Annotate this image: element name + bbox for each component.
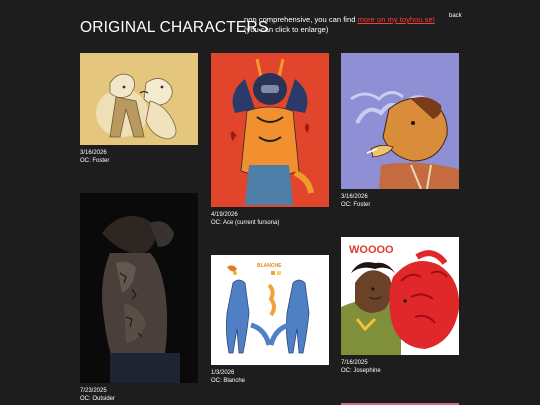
artwork-date: 3/16/2026 bbox=[341, 194, 368, 200]
artwork-oc: OC: Foster bbox=[341, 201, 371, 208]
gallery-page: ORIGINAL CHARACTERS non comprehensive, y… bbox=[0, 0, 540, 405]
artwork-thumbnail[interactable]: BLANCHE bbox=[211, 255, 329, 365]
artwork-date: 3/16/2026 bbox=[80, 150, 107, 156]
gallery-card[interactable]: 4/19/2026 OC: Ace (current fursona) bbox=[211, 53, 329, 227]
artwork-oc: OC: Josephine bbox=[341, 367, 381, 374]
artwork-caption: 4/19/2026 OC: Ace (current fursona) bbox=[211, 212, 329, 227]
artwork-oc: OC: Ace (current fursona) bbox=[211, 219, 280, 226]
speech-text: WOOOO bbox=[349, 244, 394, 256]
intro-line-2: (you can click to enlarge) bbox=[244, 25, 329, 34]
back-link[interactable]: back bbox=[449, 13, 462, 19]
gallery-card[interactable]: 3/16/2026 OC: Foster bbox=[341, 53, 459, 209]
intro-text: non comprehensive, you can find more on … bbox=[244, 15, 435, 35]
artwork-caption: 3/16/2026 OC: Foster bbox=[341, 194, 459, 209]
artwork-thumbnail[interactable] bbox=[80, 53, 198, 145]
artwork-oc: OC: Blanche bbox=[211, 377, 246, 384]
artwork-date: 4/19/2026 bbox=[211, 212, 238, 218]
page-title: ORIGINAL CHARACTERS bbox=[80, 19, 269, 36]
artwork-thumbnail[interactable] bbox=[211, 53, 329, 207]
artwork-thumbnail[interactable]: WOOOO bbox=[341, 237, 459, 355]
artwork-oc: OC: Outsider bbox=[80, 395, 116, 402]
artwork-caption: 7/16/2025 OC: Josephine bbox=[341, 360, 459, 375]
blanche-label: BLANCHE bbox=[257, 263, 282, 269]
artwork-thumbnail[interactable] bbox=[80, 193, 198, 383]
artwork-date: 7/16/2025 bbox=[341, 360, 368, 366]
gallery-card[interactable]: WOOOO 7/16/2025 OC: Josephine bbox=[341, 237, 459, 375]
artwork-caption: 3/16/2026 OC: Foster bbox=[80, 150, 198, 165]
toyhouse-link[interactable]: more on my toyhou.se! bbox=[358, 15, 435, 24]
gallery-card[interactable]: 7/23/2025 OC: Outsider bbox=[80, 193, 198, 403]
intro-prefix: non comprehensive, you can find bbox=[244, 15, 358, 24]
artwork-thumbnail[interactable] bbox=[341, 53, 459, 189]
gallery-card[interactable]: BLANCHE 1/3/2026 OC: Blanche bbox=[211, 255, 329, 385]
artwork-date: 7/23/2025 bbox=[80, 388, 107, 394]
gallery-card[interactable]: 3/16/2026 OC: Foster bbox=[80, 53, 198, 165]
artwork-oc: OC: Foster bbox=[80, 157, 110, 164]
artwork-caption: 1/3/2026 OC: Blanche bbox=[211, 370, 329, 385]
artwork-caption: 7/23/2025 OC: Outsider bbox=[80, 388, 198, 403]
artwork-date: 1/3/2026 bbox=[211, 370, 235, 376]
